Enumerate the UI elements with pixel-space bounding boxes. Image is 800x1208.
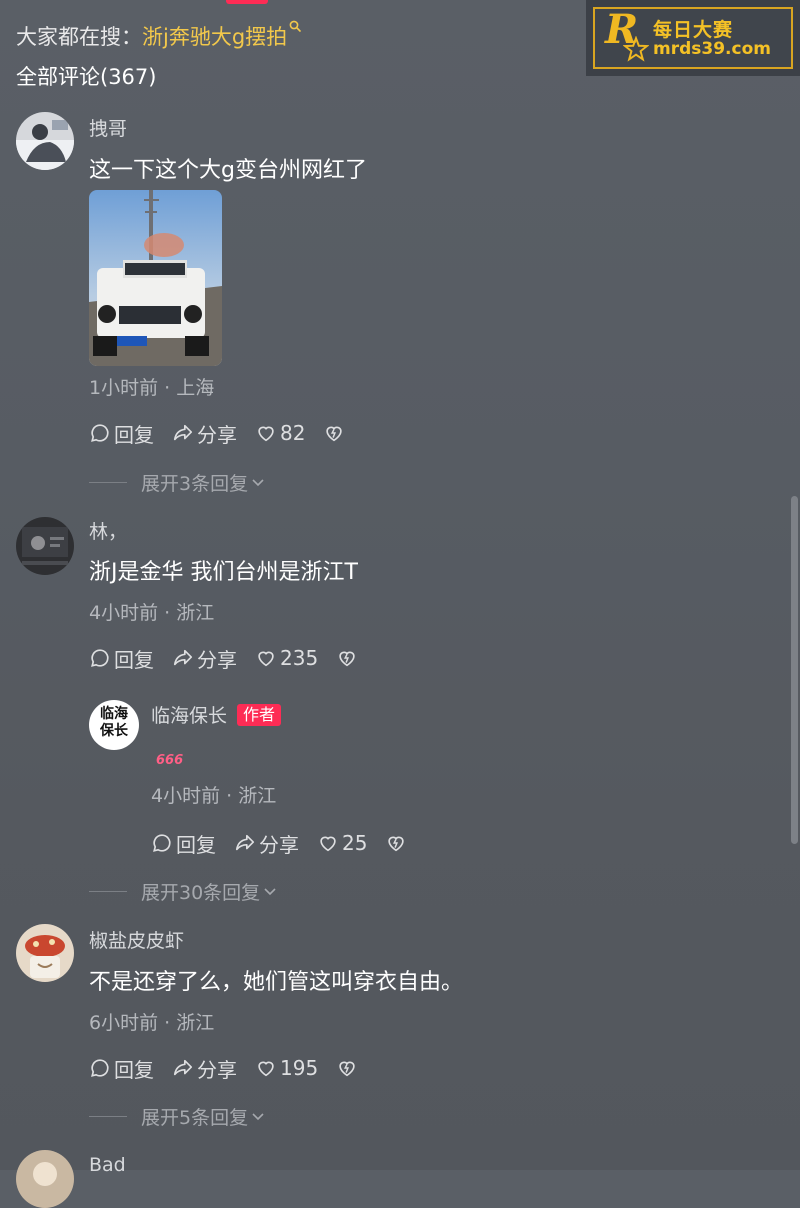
share-label: 分享 (197, 647, 237, 672)
avatar[interactable] (16, 1150, 74, 1208)
share-arrow-icon (173, 424, 193, 441)
comment-image[interactable] (89, 190, 222, 366)
comment-actions: 回复 分享 82 (89, 418, 348, 448)
reply-label: 回复 (114, 647, 154, 672)
heart-icon (258, 1061, 274, 1077)
broken-heart-icon (326, 426, 343, 442)
reply-username[interactable]: 临海保长 (151, 705, 227, 727)
top-indicator (226, 0, 268, 4)
dislike-button[interactable] (336, 647, 361, 669)
like-button[interactable]: 195 (255, 1056, 318, 1080)
reply-bubble-icon (91, 1059, 109, 1077)
search-term-link[interactable]: 浙j奔驰大g摆拍 (142, 25, 287, 49)
watermark-logo: R 每日大赛 mrds39.com (586, 0, 800, 76)
reply-button[interactable]: 回复 (151, 829, 216, 858)
reply-actions: 回复 分享 25 (151, 828, 410, 858)
avatar[interactable] (16, 517, 74, 575)
author-avatar[interactable]: 临海 保长 (89, 700, 139, 750)
search-icon[interactable] (289, 20, 301, 32)
like-count: 25 (342, 831, 368, 855)
comment-text: 浙J是金华 我们台州是浙江T (89, 560, 358, 585)
username[interactable]: 拽哥 (89, 116, 127, 142)
share-label: 分享 (197, 422, 237, 447)
divider-line (89, 1115, 127, 1117)
reply-label: 回复 (114, 422, 154, 447)
search-prefix: 大家都在搜： (16, 25, 142, 49)
reply-bubble-icon (153, 834, 171, 852)
dislike-button[interactable] (336, 1057, 361, 1079)
avatar[interactable] (16, 924, 74, 982)
reply-bubble-icon (91, 424, 109, 442)
heart-icon (320, 836, 336, 852)
reply-label: 回复 (114, 1057, 154, 1082)
expand-label: 展开5条回复 (141, 1106, 249, 1129)
expand-replies-button[interactable]: 展开5条回复 (89, 1102, 266, 1130)
expand-label: 展开3条回复 (141, 472, 249, 495)
author-avatar-text: 临海 保长 (100, 706, 128, 739)
broken-heart-icon (339, 651, 355, 667)
comment-count: 全部评论(367) (16, 65, 157, 89)
avatar[interactable] (16, 112, 74, 170)
like-count: 235 (280, 646, 319, 670)
reply-button[interactable]: 回复 (89, 1054, 154, 1083)
search-suggestion[interactable]: 大家都在搜：浙j奔驰大g摆拍 (16, 20, 301, 53)
like-button[interactable]: 82 (255, 421, 305, 445)
broken-heart-icon (339, 1061, 355, 1077)
dislike-button[interactable] (323, 422, 348, 444)
comment-meta: 1小时前 · 上海 (89, 377, 215, 399)
broken-heart-icon (388, 836, 405, 852)
comment-text: 不是还穿了么，她们管这叫穿衣自由。 (89, 970, 464, 995)
reply-text: 666 (156, 753, 184, 768)
divider-line (89, 481, 127, 483)
share-label: 分享 (197, 1057, 237, 1082)
username[interactable]: 椒盐皮皮虾 (89, 928, 184, 954)
like-button[interactable]: 25 (317, 831, 367, 855)
expand-replies-button[interactable]: 展开30条回复 (89, 877, 278, 905)
chevron-down-icon (264, 888, 276, 896)
reply-button[interactable]: 回复 (89, 419, 154, 448)
like-count: 195 (280, 1056, 319, 1080)
expand-label: 展开30条回复 (141, 881, 261, 904)
share-button[interactable]: 分享 (172, 1054, 237, 1083)
watermark-url: mrds39.com (653, 39, 771, 59)
heart-icon (258, 651, 274, 667)
scrollbar-thumb[interactable] (791, 496, 798, 844)
comment-actions: 回复 分享 195 (89, 1053, 361, 1083)
logo-r-star-icon: R (601, 6, 653, 64)
author-badge: 作者 (237, 704, 282, 726)
reply-meta: 4小时前 · 浙江 (151, 785, 277, 807)
comment-meta: 4小时前 · 浙江 (89, 602, 215, 624)
comment-meta: 6小时前 · 浙江 (89, 1012, 215, 1034)
reply-bubble-icon (91, 649, 109, 667)
comment-actions: 回复 分享 235 (89, 643, 361, 673)
chevron-down-icon (252, 1113, 264, 1121)
username[interactable]: Bad (89, 1152, 126, 1178)
share-button[interactable]: 分享 (172, 419, 237, 448)
watermark-frame: R 每日大赛 mrds39.com (593, 6, 793, 69)
dislike-button[interactable] (385, 832, 410, 854)
share-arrow-icon (173, 1059, 193, 1076)
watermark-title: 每日大赛 (653, 19, 734, 41)
share-arrow-icon (235, 834, 255, 851)
reply-label: 回复 (176, 832, 216, 857)
comment-text: 这一下这个大g变台州网红了 (89, 158, 367, 183)
share-button[interactable]: 分享 (172, 644, 237, 673)
chevron-down-icon (252, 479, 264, 487)
username[interactable]: 林， (89, 519, 127, 545)
reply-button[interactable]: 回复 (89, 644, 154, 673)
share-label: 分享 (259, 832, 299, 857)
like-button[interactable]: 235 (255, 646, 318, 670)
like-count: 82 (280, 421, 306, 445)
reply-username-row: 临海保长 作者 (151, 703, 282, 729)
heart-icon (258, 426, 274, 442)
share-button[interactable]: 分享 (234, 829, 299, 858)
divider-line (89, 890, 127, 892)
share-arrow-icon (173, 649, 193, 666)
expand-replies-button[interactable]: 展开3条回复 (89, 468, 266, 496)
